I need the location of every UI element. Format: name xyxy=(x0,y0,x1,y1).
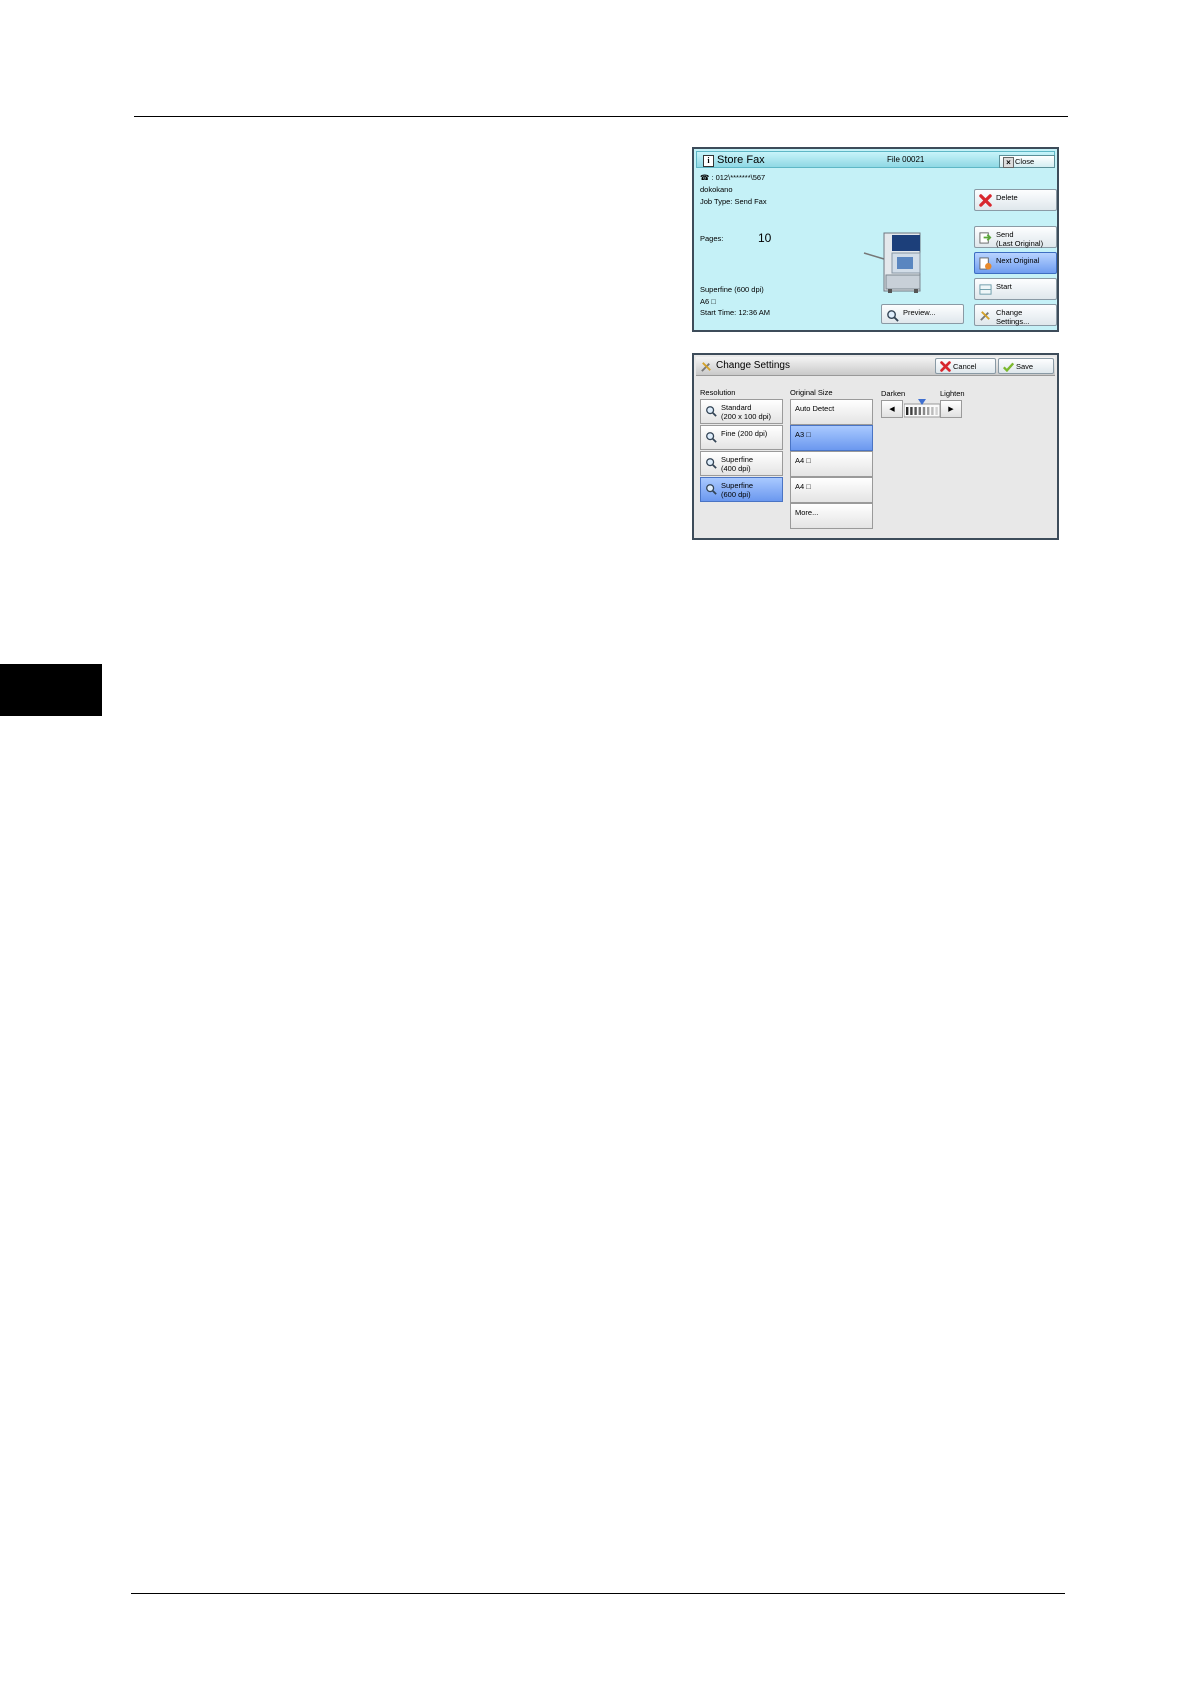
chapter-tab xyxy=(0,664,102,716)
file-number: File 00021 xyxy=(887,155,925,164)
original-size-option[interactable]: A4 □ xyxy=(790,477,873,503)
magnifier-icon xyxy=(706,484,717,495)
change-settings-title: Change Settings xyxy=(716,360,790,371)
density-step xyxy=(914,407,917,415)
resolution-value: Superfine (600 dpi) xyxy=(700,285,764,294)
job-type: Job Type: Send Fax xyxy=(700,197,767,206)
left-arrow-icon: ◀ xyxy=(889,406,895,413)
resolution-option-label: Superfine (400 dpi) xyxy=(721,455,754,473)
magnifier-icon xyxy=(887,310,899,322)
darken-label: Darken xyxy=(881,389,906,398)
paper-size: A6 □ xyxy=(700,297,716,306)
darken-button[interactable]: ◀ xyxy=(881,400,903,418)
resolution-option[interactable]: Standard (200 x 100 dpi) xyxy=(700,399,783,424)
start-label: Start xyxy=(996,282,1012,291)
send-icon xyxy=(979,232,992,244)
change-settings-titlebar: Change Settings Cancel Save xyxy=(696,357,1055,376)
next-original-icon xyxy=(979,257,992,270)
density-step xyxy=(935,407,938,415)
cancel-button[interactable]: Cancel xyxy=(935,358,996,374)
save-button[interactable]: Save xyxy=(998,358,1054,374)
tools-icon xyxy=(980,311,990,321)
resolution-option-label: Superfine (600 dpi) xyxy=(721,481,754,499)
printer-illustration xyxy=(863,232,921,293)
resolution-option[interactable]: Fine (200 dpi) xyxy=(700,425,783,450)
store-fax-titlebar: i Store Fax File 00021 × Close xyxy=(696,151,1055,168)
density-step xyxy=(927,407,930,415)
original-size-option[interactable]: More... xyxy=(790,503,873,529)
start-icon xyxy=(979,284,992,295)
lighten-label: Lighten xyxy=(940,389,965,398)
original-size-option-label: A4 □ xyxy=(795,456,811,465)
recipient-name: dokokano xyxy=(700,185,733,194)
original-size-option-label: A4 □ xyxy=(795,482,811,491)
preview-label: Preview... xyxy=(903,308,936,317)
close-button[interactable]: × Close xyxy=(999,155,1055,168)
change-settings-screen: Change Settings Cancel Save Resolution O… xyxy=(692,353,1059,540)
info-icon: i xyxy=(703,155,714,167)
next-original-label: Next Original xyxy=(996,256,1040,265)
density-step xyxy=(906,407,909,415)
resolution-option-label: Standard (200 x 100 dpi) xyxy=(721,403,772,421)
change-settings-button[interactable]: Change Settings... xyxy=(974,304,1057,326)
delete-icon xyxy=(979,194,992,207)
start-time: Start Time: 12:36 AM xyxy=(700,308,771,317)
magnifier-icon xyxy=(706,432,717,443)
start-button[interactable]: Start xyxy=(974,278,1057,300)
store-fax-title: Store Fax xyxy=(717,154,765,166)
resolution-option-label: Fine (200 dpi) xyxy=(721,429,768,438)
resolution-option[interactable]: Superfine (400 dpi) xyxy=(700,451,783,476)
pages-label: Pages: xyxy=(700,234,724,243)
store-fax-screen: i Store Fax File 00021 × Close ☎ : 012\*… xyxy=(692,147,1059,332)
delete-button[interactable]: Delete xyxy=(974,189,1057,211)
original-size-option[interactable]: Auto Detect xyxy=(790,399,873,425)
next-original-button[interactable]: Next Original xyxy=(974,252,1057,274)
delete-label: Delete xyxy=(996,193,1018,202)
right-arrow-icon: ▶ xyxy=(948,406,954,413)
preview-button[interactable]: Preview... xyxy=(881,304,964,324)
original-size-option[interactable]: A4 □ xyxy=(790,451,873,477)
magnifier-icon xyxy=(706,458,717,469)
original-size-option-label: More... xyxy=(795,508,819,517)
fax-number: ☎ : 012\*******\567 xyxy=(700,173,766,182)
resolution-header: Resolution xyxy=(700,388,736,397)
close-label: Close xyxy=(1015,157,1035,166)
lighten-button[interactable]: ▶ xyxy=(940,400,962,418)
pages-value: 10 xyxy=(758,231,772,245)
original-size-header: Original Size xyxy=(790,388,833,397)
resolution-option[interactable]: Superfine (600 dpi) xyxy=(700,477,783,502)
cancel-label: Cancel xyxy=(953,362,977,371)
send-label: Send (Last Original) xyxy=(996,230,1044,248)
cancel-icon xyxy=(940,361,951,372)
density-step xyxy=(922,407,926,415)
change-settings-label: Change Settings... xyxy=(996,308,1030,326)
density-step xyxy=(918,407,921,415)
send-last-original-button[interactable]: Send (Last Original) xyxy=(974,226,1057,248)
header-rule xyxy=(134,116,1068,117)
close-icon: × xyxy=(1003,157,1014,168)
original-size-option[interactable]: A3 □ xyxy=(790,425,873,451)
save-label: Save xyxy=(1016,362,1034,371)
checkmark-icon xyxy=(1003,362,1014,372)
magnifier-icon xyxy=(706,406,717,417)
original-size-option-label: Auto Detect xyxy=(795,404,835,413)
tools-icon xyxy=(701,362,711,372)
density-step xyxy=(910,407,913,415)
original-size-option-label: A3 □ xyxy=(795,430,811,439)
density-slider[interactable] xyxy=(904,399,940,418)
density-step xyxy=(931,407,934,415)
footer-rule xyxy=(131,1593,1065,1594)
